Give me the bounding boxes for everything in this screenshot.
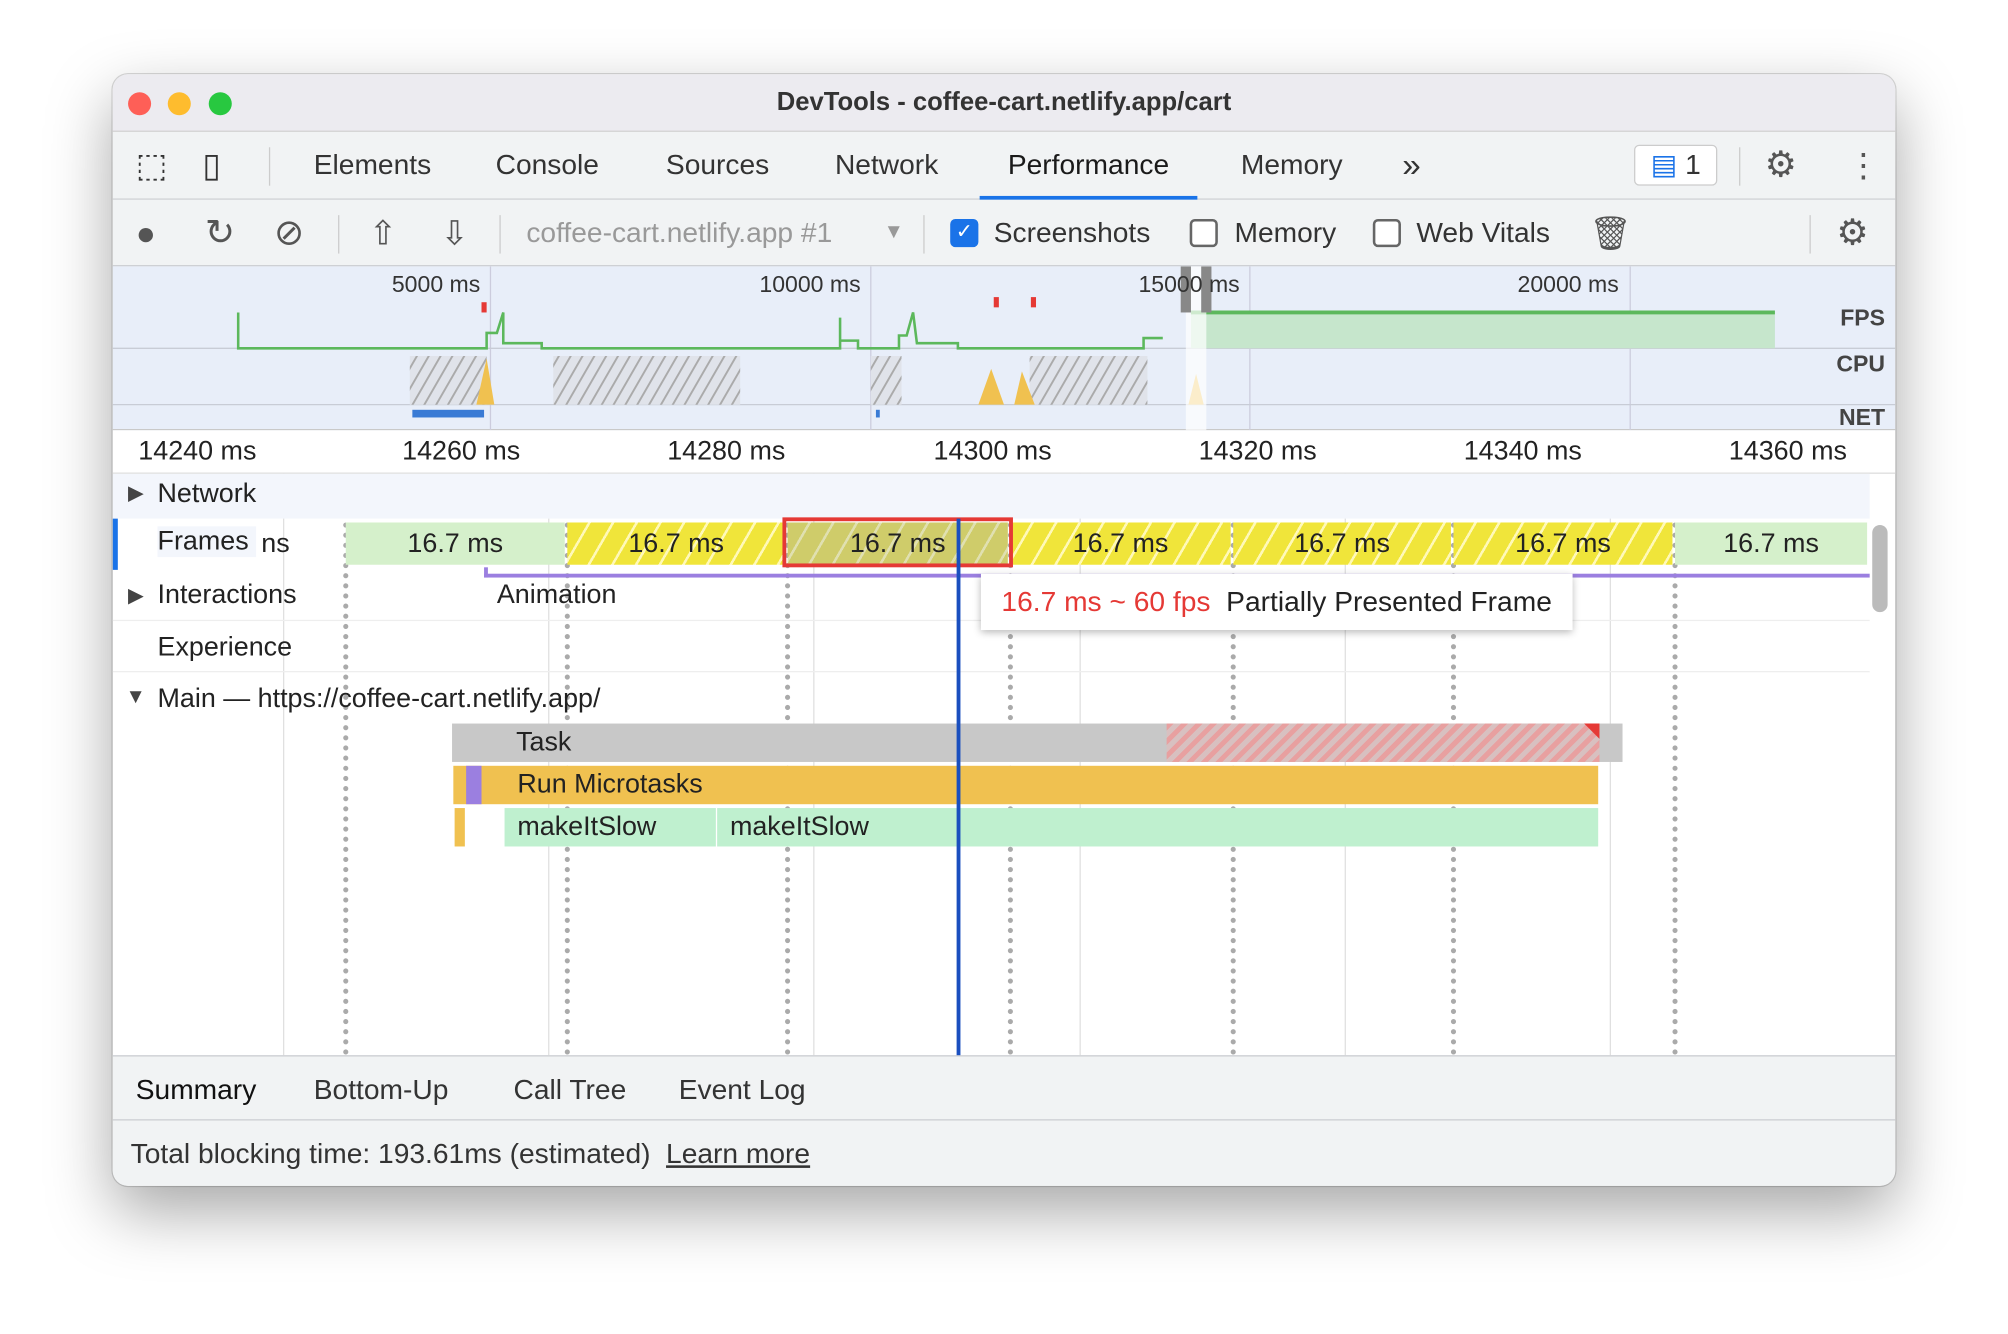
function-label: makeItSlow (517, 811, 657, 842)
dropdown-arrow-icon[interactable]: ▼ (884, 200, 904, 267)
ruler-tick: 14260 ms (402, 436, 521, 467)
tooltip-description: Partially Presented Frame (1226, 585, 1552, 618)
web-vitals-label: Web Vitals (1416, 216, 1550, 249)
animation-label: Animation (496, 580, 617, 610)
title-bar: DevTools - coffee-cart.netlify.app/cart (112, 74, 1896, 132)
frame-tooltip: 16.7 ms ~ 60 fps Partially Presented Fra… (980, 573, 1573, 631)
more-options-icon[interactable]: ⋮ (1847, 132, 1880, 200)
frame-presented[interactable]: 16.7 ms (1675, 522, 1868, 565)
frame-presented[interactable]: 16.7 ms (345, 522, 565, 565)
tab-summary[interactable]: Summary (136, 1056, 257, 1123)
fps-lane-label: FPS (1840, 304, 1886, 331)
ruler-tick: 14280 ms (667, 436, 786, 467)
upload-icon[interactable]: ⇧ (369, 200, 397, 267)
web-vitals-checkbox[interactable] (1372, 218, 1401, 248)
function-label: makeItSlow (729, 811, 869, 842)
ruler-tick: 14340 ms (1463, 436, 1582, 467)
performance-toolbar: ● ↻ ⊘ ⇧ ⇩ coffee-cart.netlify.app #1 ▼ ✓… (112, 199, 1896, 267)
devtools-window: DevTools - coffee-cart.netlify.app/cart … (112, 74, 1896, 1186)
tab-console[interactable]: Console (496, 132, 599, 200)
timeline-overview[interactable]: 5000 ms 10000 ms 15000 ms 20000 ms FPS C… (112, 266, 1896, 431)
inspect-element-icon[interactable]: ⬚ (136, 132, 167, 200)
tab-memory[interactable]: Memory (1241, 132, 1343, 200)
summary-status: Total blocking time: 193.61ms (estimated… (112, 1120, 1896, 1186)
maximize-button[interactable] (208, 92, 232, 116)
total-blocking-time: Total blocking time: 193.61ms (estimated… (130, 1137, 651, 1170)
panel-tabs: ⬚ ▯ Elements Console Sources Network Per… (112, 131, 1896, 200)
vertical-scrollbar[interactable] (1872, 525, 1888, 613)
tab-event-log[interactable]: Event Log (679, 1056, 806, 1123)
expand-arrow-icon[interactable]: ▶ (128, 583, 144, 609)
main-track-label: Main — https://coffee-cart.netlify.app/ (157, 683, 601, 714)
settings-gear-icon[interactable]: ⚙ (1765, 132, 1797, 200)
ruler-tick: 14300 ms (933, 436, 1052, 467)
frame-partial[interactable]: 16.7 ms (1010, 522, 1231, 565)
profile-select[interactable]: coffee-cart.netlify.app #1 (526, 200, 832, 267)
run-microtasks-label: Run Microtasks (517, 769, 703, 800)
minimize-button[interactable] (167, 92, 191, 116)
screenshots-label: Screenshots (993, 216, 1151, 249)
expand-arrow-icon[interactable]: ▶ (128, 480, 144, 506)
close-button[interactable] (128, 92, 152, 116)
trash-icon[interactable]: 🗑 (1589, 200, 1631, 267)
frame-partial[interactable]: 16.7 ms (567, 522, 786, 565)
run-microtasks-event[interactable]: Run Microtasks (453, 765, 1599, 805)
download-icon[interactable]: ⇩ (441, 200, 469, 267)
clear-icon[interactable]: ⊘ (274, 200, 304, 267)
time-ruler: 14240 ms 14260 ms 14280 ms 14300 ms 1432… (112, 430, 1896, 474)
frame-partial[interactable]: 16.7 ms (1453, 522, 1673, 565)
tab-network[interactable]: Network (835, 132, 938, 200)
reload-icon[interactable]: ↻ (205, 200, 235, 267)
message-icon: ▤ (1650, 148, 1678, 181)
overview-tick: 5000 ms (391, 271, 481, 298)
tab-call-tree[interactable]: Call Tree (514, 1056, 627, 1123)
record-icon[interactable]: ● (136, 200, 156, 267)
learn-more-link[interactable]: Learn more (666, 1137, 810, 1169)
task-label: Task (516, 727, 572, 757)
overview-tick: 10000 ms (759, 271, 861, 298)
details-tabs: Summary Bottom-Up Call Tree Event Log (112, 1055, 1896, 1123)
window-title: DevTools - coffee-cart.netlify.app/cart (776, 88, 1232, 117)
selected-frame-outline (782, 517, 1013, 568)
memory-checkbox[interactable] (1189, 218, 1218, 248)
tab-bottom-up[interactable]: Bottom-Up (314, 1056, 449, 1123)
tab-elements[interactable]: Elements (314, 132, 431, 200)
device-toolbar-icon[interactable]: ▯ (202, 132, 220, 200)
overview-graph (112, 266, 1896, 431)
capture-settings-gear-icon[interactable]: ⚙ (1836, 200, 1868, 267)
overview-tick: 20000 ms (1517, 271, 1619, 298)
more-tabs-icon[interactable]: » (1402, 132, 1421, 200)
ruler-tick: 14360 ms (1728, 436, 1847, 467)
net-lane-label: NET (1838, 404, 1886, 431)
make-it-slow-event[interactable]: makeItSlow (717, 808, 1599, 847)
frames-track-label: Frames (157, 526, 257, 558)
experience-track-label: Experience (157, 632, 293, 663)
long-task-marker-icon (1584, 723, 1600, 739)
ruler-tick: 14320 ms (1198, 436, 1317, 467)
frame-partial[interactable]: 16.7 ms (1233, 522, 1451, 565)
tab-sources[interactable]: Sources (666, 132, 769, 200)
tab-performance[interactable]: Performance (979, 132, 1198, 200)
overview-tick: 15000 ms (1138, 271, 1240, 298)
long-task-overflow (1166, 723, 1600, 762)
cpu-lane-label: CPU (1836, 350, 1886, 377)
make-it-slow-event[interactable]: makeItSlow (504, 808, 716, 847)
cursor-line (956, 518, 961, 1056)
screenshots-checkbox[interactable]: ✓ (950, 218, 979, 248)
issues-button[interactable]: ▤ 1 (1634, 144, 1718, 186)
issues-count: 1 (1685, 148, 1701, 181)
network-track-label: Network (157, 478, 257, 509)
collapse-arrow-icon[interactable]: ▼ (125, 686, 145, 709)
main-track[interactable]: ▼ Main — https://coffee-cart.netlify.app… (113, 672, 1870, 723)
ruler-tick: 14240 ms (138, 436, 257, 467)
frames-cut-label: ns (261, 528, 290, 559)
memory-label: Memory (1234, 216, 1337, 249)
tooltip-fps: 16.7 ms ~ 60 fps (1001, 585, 1211, 618)
interactions-track-label: Interactions (157, 580, 297, 610)
network-track[interactable]: ▶ Network (112, 473, 1870, 519)
